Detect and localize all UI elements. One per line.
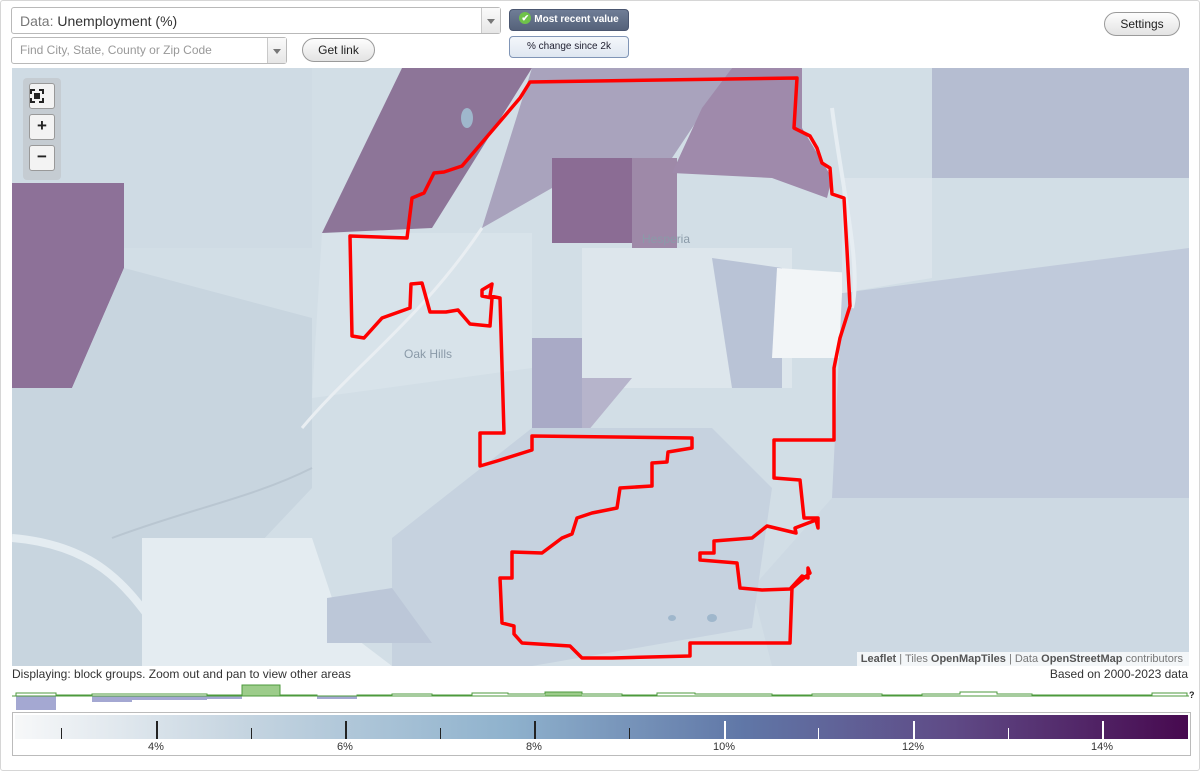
legend-minor-tick [1008, 728, 1009, 739]
most-recent-value-button[interactable]: ✔ Most recent value [509, 9, 629, 31]
search-placeholder: Find City, State, County or Zip Code [20, 43, 212, 57]
legend-tick-label: 14% [1090, 741, 1114, 753]
place-label-oak-hills: Oak Hills [404, 347, 453, 361]
water-feature [461, 108, 473, 128]
legend-tick-label: 8% [526, 741, 542, 753]
legend-tick-label: 12% [901, 741, 925, 753]
legend-tick [1102, 721, 1104, 739]
choropleth-map[interactable]: Hesperia Oak Hills + − Leaflet | Tiles O… [12, 68, 1189, 666]
zoom-in-button[interactable]: + [29, 114, 55, 140]
zoom-controls: + − [23, 78, 61, 180]
openmaptiles-link[interactable]: OpenMapTiles [931, 653, 1006, 665]
histogram-bar [16, 696, 56, 710]
location-search-input[interactable]: Find City, State, County or Zip Code [11, 37, 287, 64]
chevron-down-icon[interactable] [481, 8, 500, 33]
settings-button[interactable]: Settings [1104, 12, 1180, 36]
percent-change-button[interactable]: % change since 2k [509, 36, 629, 58]
legend-tick [345, 721, 347, 739]
legend-tick-label: 6% [337, 741, 353, 753]
map-region [532, 338, 582, 438]
histogram-bar [545, 692, 582, 696]
distribution-histogram [12, 684, 1189, 710]
place-label-hesperia: Hesperia [642, 232, 691, 246]
map-region [932, 68, 1189, 178]
zoom-out-button[interactable]: − [29, 145, 55, 171]
attribution-text: | Data [1008, 653, 1039, 665]
legend-tick [724, 721, 726, 739]
histogram-unknown-marker: ? [1189, 690, 1195, 700]
color-scale-bar [15, 715, 1188, 739]
data-select-label: Data: [20, 13, 54, 29]
map-canvas [12, 68, 1189, 666]
legend-minor-tick [440, 728, 441, 739]
water-feature [707, 614, 717, 622]
legend-tick-label: 10% [712, 741, 736, 753]
fullscreen-button[interactable] [29, 83, 55, 109]
displaying-note: Displaying: block groups. Zoom out and p… [12, 667, 351, 681]
attribution-text: contributors [1125, 653, 1183, 665]
fullscreen-icon [30, 89, 44, 103]
most-recent-value-label: Most recent value [534, 14, 619, 25]
legend-minor-tick [251, 728, 252, 739]
histogram-bar [242, 685, 280, 696]
histogram-outline [12, 684, 1188, 697]
histogram-bar [92, 696, 132, 702]
water-feature [668, 615, 676, 621]
color-legend: 4% 6% 8% 10% 12% 14% [12, 712, 1191, 756]
get-link-button[interactable]: Get link [302, 38, 375, 62]
legend-tick [913, 721, 915, 739]
data-select[interactable]: Data: Unemployment (%) [11, 7, 501, 34]
map-region [552, 158, 632, 243]
legend-minor-tick [61, 728, 62, 739]
checkmark-icon: ✔ [519, 12, 532, 25]
legend-tick [156, 721, 158, 739]
legend-tick [534, 721, 536, 739]
histogram-bar [132, 696, 207, 700]
data-select-value: Unemployment (%) [57, 13, 178, 29]
leaflet-link[interactable]: Leaflet [861, 653, 896, 665]
attribution-text: | Tiles [899, 653, 928, 665]
legend-minor-tick [818, 728, 819, 739]
map-attribution: Leaflet | Tiles OpenMapTiles | Data Open… [856, 652, 1189, 666]
openstreetmap-link[interactable]: OpenStreetMap [1041, 653, 1122, 665]
legend-minor-tick [629, 728, 630, 739]
chevron-down-icon[interactable] [267, 38, 286, 63]
legend-tick-label: 4% [148, 741, 164, 753]
data-years-note: Based on 2000-2023 data [1049, 667, 1188, 681]
